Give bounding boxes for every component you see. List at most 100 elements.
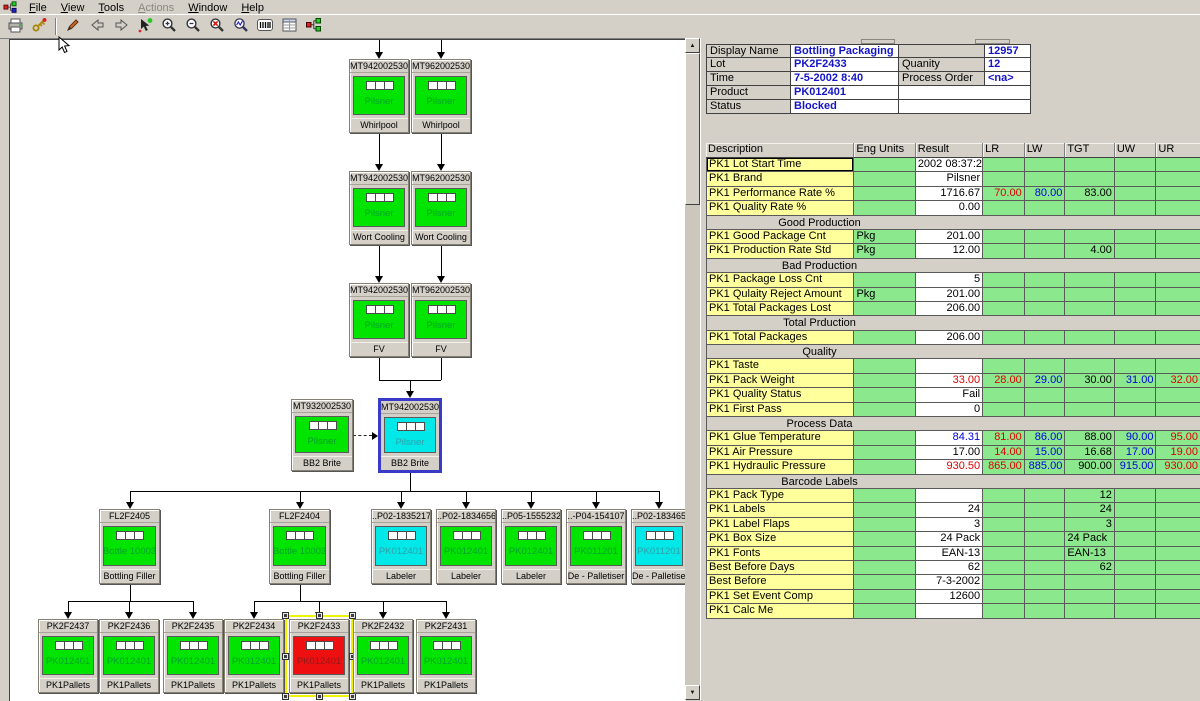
cell-lr[interactable] (983, 288, 1025, 302)
cell-tgt[interactable]: 3 (1065, 518, 1115, 532)
cell-lr[interactable]: 14.00 (983, 446, 1025, 460)
cell-lr[interactable] (983, 388, 1025, 402)
cell-ur[interactable] (1156, 273, 1200, 287)
cell-lr[interactable] (983, 489, 1025, 503)
cell-uw[interactable] (1115, 187, 1157, 201)
lot-node-MT962002530[interactable]: MT962002530PilsnerWort Cooling (411, 171, 471, 245)
cell-tgt[interactable] (1065, 288, 1115, 302)
cell-description[interactable]: PK1 Label Flaps (706, 518, 854, 532)
cell-tgt[interactable]: 4.00 (1065, 244, 1115, 258)
cell-tgt[interactable] (1065, 575, 1115, 589)
lot-node-MT932002530[interactable]: MT932002530PilsnerBB2 Brite (291, 399, 353, 471)
cell-lw[interactable]: 885.00 (1025, 460, 1066, 474)
cell-eng-units[interactable] (854, 374, 915, 388)
cell-ur[interactable]: 32.00 (1156, 374, 1200, 388)
cell-tgt[interactable] (1065, 273, 1115, 287)
cell-description[interactable]: PK1 Air Pressure (706, 446, 854, 460)
cell-eng-units[interactable]: Pkg (854, 244, 915, 258)
cell-lr[interactable] (983, 158, 1025, 172)
cell-description[interactable]: PK1 Calc Me (706, 604, 854, 618)
cell-lr[interactable]: 865.00 (983, 460, 1025, 474)
cell-lw[interactable]: 80.00 (1025, 187, 1066, 201)
cell-result[interactable]: 84.31 (916, 431, 983, 445)
cell-uw[interactable] (1115, 331, 1157, 345)
lot-node-PK2F2435[interactable]: PK2F2435PK012401PK1Pallets (163, 619, 223, 693)
cell-description[interactable]: PK1 Quality Rate % (706, 201, 854, 215)
cell-eng-units[interactable] (854, 201, 915, 215)
cell-lw[interactable] (1025, 590, 1066, 604)
barcode-button[interactable] (253, 16, 277, 37)
cell-result[interactable]: 62 (916, 561, 983, 575)
lot-node-PK2F2437[interactable]: PK2F2437PK012401PK1Pallets (38, 619, 98, 693)
cell-lw[interactable] (1025, 244, 1066, 258)
cell-result[interactable]: 33.00 (916, 374, 983, 388)
cell-result[interactable]: 12600 (916, 590, 983, 604)
cell-ur[interactable]: 95.00 (1156, 431, 1200, 445)
cell-eng-units[interactable] (854, 331, 915, 345)
cell-lr[interactable] (983, 302, 1025, 316)
cell-result[interactable]: EAN-13 (916, 547, 983, 561)
cell-tgt[interactable]: 24 Pack (1065, 532, 1115, 546)
cell-lr[interactable] (983, 244, 1025, 258)
cell-lw[interactable] (1025, 403, 1066, 417)
cell-tgt[interactable] (1065, 590, 1115, 604)
lot-node-PK2F2434[interactable]: PK2F2434PK012401PK1Pallets (224, 619, 284, 693)
cell-uw[interactable] (1115, 201, 1157, 215)
cell-tgt[interactable]: EAN-13 (1065, 547, 1115, 561)
cell-eng-units[interactable] (854, 489, 915, 503)
cell-eng-units[interactable] (854, 503, 915, 517)
cell-description[interactable]: PK1 Taste (706, 359, 854, 373)
arrow-right-button[interactable] (109, 16, 133, 37)
selection-handle[interactable] (349, 693, 356, 700)
cell-description[interactable]: PK1 Glue Temperature (706, 431, 854, 445)
arrow-left-button[interactable] (85, 16, 109, 37)
cell-lr[interactable] (983, 575, 1025, 589)
selection-handle[interactable] (282, 693, 289, 700)
cell-lw[interactable] (1025, 547, 1066, 561)
cell-tgt[interactable] (1065, 388, 1115, 402)
cell-eng-units[interactable] (854, 403, 915, 417)
cell-description[interactable]: PK1 Quality Status (706, 388, 854, 402)
zoom-reset-button[interactable] (205, 16, 229, 37)
cell-ur[interactable] (1156, 359, 1200, 373)
cell-description[interactable]: PK1 Performance Rate % (706, 187, 854, 201)
cell-uw[interactable] (1115, 590, 1157, 604)
diagram-vertical-scrollbar[interactable]: ▲ ▼ (685, 38, 700, 700)
cell-uw[interactable] (1115, 518, 1157, 532)
cell-lw[interactable] (1025, 302, 1066, 316)
lot-node-P051555232[interactable]: ..P05-1555232PK012401Labeler (501, 509, 561, 584)
cell-lr[interactable] (983, 230, 1025, 244)
cell-ur[interactable] (1156, 288, 1200, 302)
cell-tgt[interactable]: 83.00 (1065, 187, 1115, 201)
cell-ur[interactable] (1156, 244, 1200, 258)
cell-eng-units[interactable] (854, 575, 915, 589)
cell-lw[interactable] (1025, 503, 1066, 517)
cell-result[interactable]: 206.00 (916, 331, 983, 345)
genealogy-tree-button[interactable] (301, 16, 325, 37)
cell-eng-units[interactable] (854, 359, 915, 373)
cell-lw[interactable] (1025, 575, 1066, 589)
cell-tgt[interactable] (1065, 604, 1115, 618)
cell-result[interactable]: Pilsner (916, 172, 983, 186)
selection-handle[interactable] (282, 653, 289, 660)
cell-tgt[interactable] (1065, 331, 1115, 345)
cell-description[interactable]: PK1 Total Packages Lost (706, 302, 854, 316)
cell-lr[interactable] (983, 201, 1025, 215)
cell-eng-units[interactable]: Pkg (854, 230, 915, 244)
cell-uw[interactable] (1115, 403, 1157, 417)
cell-result[interactable]: 0 (916, 403, 983, 417)
lot-node-MT962002530[interactable]: MT962002530PilsnerWhirlpool (411, 59, 471, 133)
cell-result[interactable]: 0.00 (916, 201, 983, 215)
lot-node-MT942002530[interactable]: MT942002530PilsnerBB2 Brite (378, 398, 442, 473)
cell-tgt[interactable] (1065, 230, 1115, 244)
lot-node-MT942002530[interactable]: MT942002530PilsnerWhirlpool (349, 59, 409, 133)
lot-node-P021834656[interactable]: ..P02-1834656PK011201De - Palletiser (631, 509, 686, 584)
cell-uw[interactable] (1115, 575, 1157, 589)
cell-uw[interactable] (1115, 489, 1157, 503)
cell-result[interactable]: 7-3-2002 (916, 575, 983, 589)
cell-lw[interactable] (1025, 230, 1066, 244)
zoom-out-button[interactable] (181, 16, 205, 37)
lot-node-P021835217[interactable]: ..P02-1835217PK012401Labeler (371, 509, 431, 584)
cell-result[interactable]: 5 (916, 273, 983, 287)
lot-node-MT942002530[interactable]: MT942002530PilsnerWort Cooling (349, 171, 409, 245)
